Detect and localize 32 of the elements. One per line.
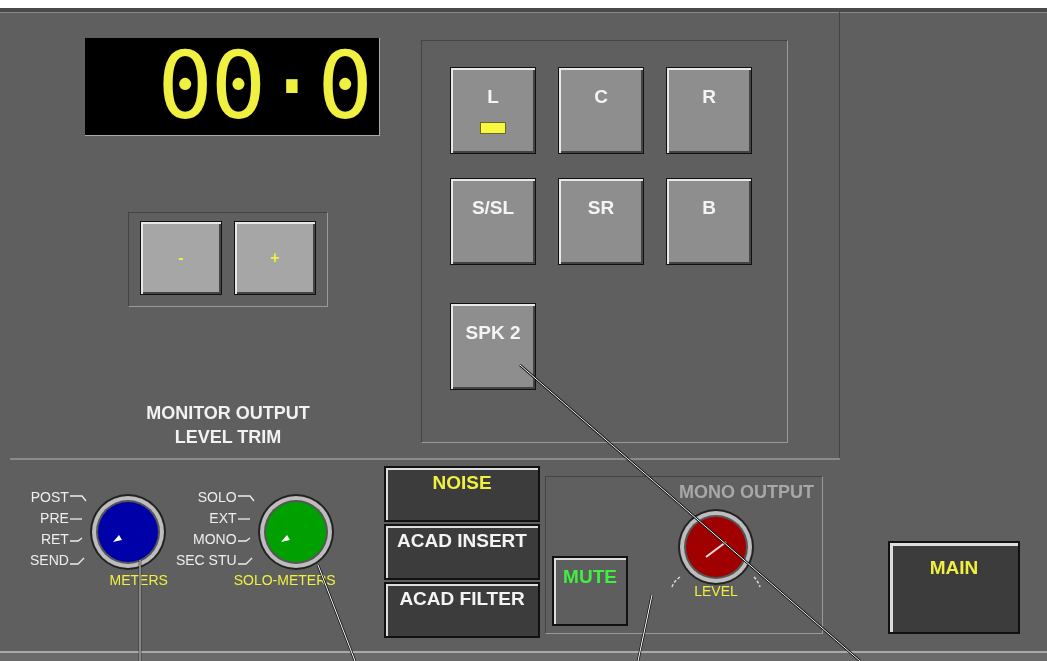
main-button[interactable]: MAIN — [888, 541, 1020, 634]
position-label: POST — [30, 489, 69, 506]
source-button[interactable]: ACAD INSERT — [384, 524, 540, 580]
caption-text: LEVEL TRIM — [173, 426, 283, 449]
speaker-button[interactable]: L — [450, 67, 536, 154]
knob-label: LEVEL — [694, 583, 738, 599]
tick-mark-icon — [237, 492, 256, 503]
trim-button[interactable]: - — [140, 221, 222, 295]
position-label: SEC STU — [175, 552, 237, 569]
knob-label: SOLO-METERS — [232, 572, 336, 588]
speaker-button[interactable]: S/SL — [450, 178, 536, 265]
position-label: EXT — [209, 510, 237, 527]
speaker-button[interactable]: SR — [558, 178, 644, 265]
speaker-button[interactable]: R — [666, 67, 752, 154]
position-label: SOLO — [197, 489, 237, 506]
position-label: SEND — [30, 552, 69, 569]
tick-mark-icon — [69, 492, 88, 503]
trim-button[interactable]: + — [234, 221, 316, 295]
speaker-button[interactable]: B — [666, 178, 752, 265]
selector-knob[interactable] — [87, 492, 168, 572]
selector-knob[interactable] — [255, 492, 336, 572]
position-label: PRE — [40, 510, 69, 527]
mute-button[interactable]: MUTE — [552, 556, 628, 626]
level-display: 00·0 — [85, 38, 380, 136]
speaker-button[interactable]: SPK 2 — [450, 303, 536, 390]
source-button[interactable]: NOISE — [384, 466, 540, 522]
source-button[interactable]: ACAD FILTER — [384, 582, 540, 638]
caption-text: MONITOR OUTPUT — [145, 402, 311, 425]
position-label: RET — [40, 531, 69, 548]
position-label: MONO — [193, 531, 237, 548]
section-title: MONO OUTPUT — [679, 482, 814, 503]
speaker-button[interactable]: C — [558, 67, 644, 154]
